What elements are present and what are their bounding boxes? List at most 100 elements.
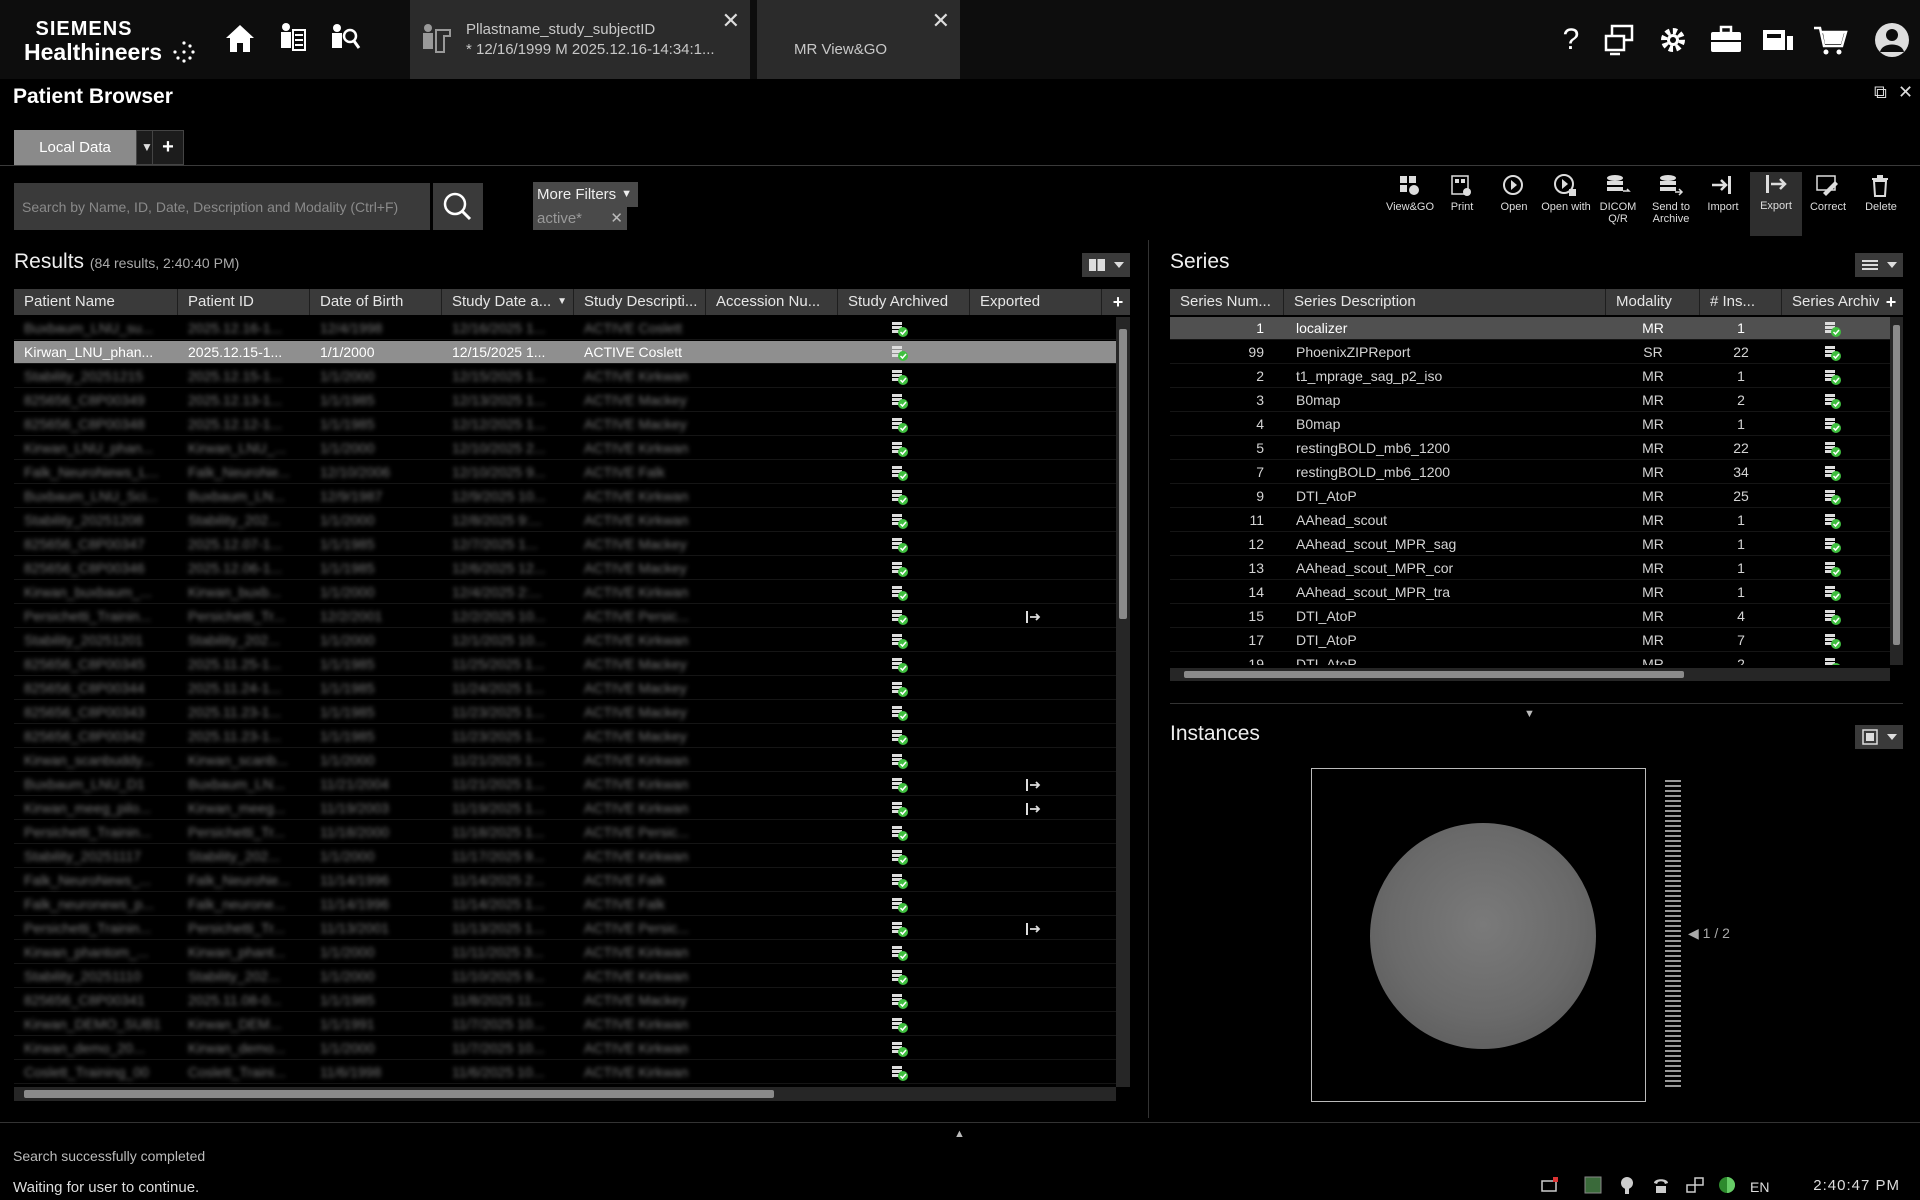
tab-mr-viewgo[interactable]: MR View&GO ✕ [757,0,960,79]
column-header[interactable]: Modality [1606,289,1700,315]
toolbar-print-button[interactable]: Print [1436,173,1488,213]
transfer-icon[interactable] [1760,22,1796,58]
column-header[interactable]: Accession Nu... [706,289,838,315]
detach-window-icon[interactable]: ⧉ [1874,82,1887,103]
toolbar-delete-button[interactable]: Delete [1855,173,1907,213]
table-row[interactable]: 825656_C8P00341 2025.11.08-0... 1/1/1985 11… [14,989,1116,1012]
toolbar-import-button[interactable]: Import [1697,173,1749,213]
table-row[interactable]: Kirwan_DEMO_SUB1 Kirwan_DEM... 1/1/1991 11/… [14,1013,1116,1036]
instance-thumbnail[interactable] [1311,768,1646,1102]
add-column-button[interactable]: + [1879,289,1903,315]
column-header[interactable]: Series Num... [1170,289,1284,315]
table-row[interactable]: Falk_NeuroNews_L... Falk_NeuroNe... 12/10/… [14,461,1116,484]
table-row[interactable]: Stability_20251208 Stability_202... 1/1/20… [14,509,1116,532]
table-row[interactable]: 99 PhoenixZIPReport SR 22 [1170,341,1890,364]
add-column-button[interactable]: + [1106,289,1130,315]
table-row[interactable]: 11 AAhead_scout MR 1 [1170,509,1890,532]
column-header[interactable]: Date of Birth [310,289,442,315]
table-row[interactable]: 13 AAhead_scout_MPR_cor MR 1 [1170,557,1890,580]
table-row[interactable]: Kirwan_meeg_pilo... Kirwan_meeg... 11/19/2… [14,797,1116,820]
table-row[interactable]: 2 t1_mprage_sag_p2_iso MR 1 [1170,365,1890,388]
column-header[interactable]: Patient Name [14,289,178,315]
table-row[interactable]: Kirwan_demo_20... Kirwan_demo... 1/1/2000 1… [14,1037,1116,1060]
scrollbar-thumb[interactable] [1184,671,1684,678]
column-header[interactable]: Series Archived [1782,289,1882,315]
splitter[interactable] [1148,240,1149,1118]
table-row[interactable]: Buxbaum_LNU_Sci... Buxbaum_LN... 12/9/1987… [14,485,1116,508]
table-row[interactable]: Buxbaum_LNU_su... 2025.12.16-1... 12/4/199… [14,317,1116,340]
toolbar-correct-button[interactable]: Correct [1802,173,1854,213]
results-horizontal-scrollbar[interactable] [14,1087,1116,1101]
column-header[interactable]: # Ins... [1700,289,1782,315]
table-row[interactable]: Kirwan_LNU_phan... Kirwan_LNU_... 1/1/2000… [14,437,1116,460]
table-row[interactable]: 825656_C8P00343 2025.11.23-1... 1/1/1985 11… [14,701,1116,724]
more-filters-dropdown[interactable]: More Filters ▼ [533,182,638,207]
language-indicator[interactable]: EN [1750,1179,1769,1195]
column-chooser-button[interactable] [1082,253,1130,277]
remove-filter-icon[interactable]: ✕ [610,207,623,230]
table-row[interactable]: 825656_C8P00344 2025.11.24-1... 1/1/1985 11… [14,677,1116,700]
search-input[interactable] [14,183,430,230]
expand-arrow-icon[interactable]: ▲ [954,1128,965,1140]
table-row[interactable]: 825656_C8P00342 2025.11.23-1... 1/1/1985 11… [14,725,1116,748]
remote-service-icon[interactable] [1602,22,1638,58]
table-row[interactable]: Persichetti_Trainin... Persichetti_Tr... 1… [14,917,1116,940]
collapse-arrow-icon[interactable]: ▼ [1524,708,1535,720]
patient-browser-icon[interactable] [326,20,362,56]
table-row[interactable]: Kirwan_LNU_phan... 2025.12.15-1... 1/1/200… [14,341,1116,364]
table-row[interactable]: Stability_20251215 2025.12.15-1... 1/1/200… [14,365,1116,388]
gear-icon[interactable] [1655,22,1691,58]
column-header[interactable]: Study Descripti... [574,289,706,315]
column-header[interactable]: Exported [970,289,1102,315]
table-row[interactable]: 17 DTI_AtoP MR 7 [1170,629,1890,652]
toolbar-export-button[interactable]: Export [1750,172,1802,236]
scrollbar-thumb[interactable] [1893,325,1900,645]
table-row[interactable]: 825656_C8P00345 2025.11.25-1... 1/1/1985 11… [14,653,1116,676]
series-vertical-scrollbar[interactable] [1890,317,1903,665]
table-row[interactable]: Falk_neuronews_p... Falk_neurone... 11/14/… [14,893,1116,916]
tab-local-data[interactable]: Local Data [14,130,136,165]
table-row[interactable]: 825656_C8P00348 2025.12.12-1... 1/1/1985 12… [14,413,1116,436]
table-row[interactable]: 19 DTI_AtoP MR 2 [1170,653,1890,665]
toolbar-send-to-archive-button[interactable]: Send to Archive [1645,173,1697,225]
briefcase-icon[interactable] [1708,22,1744,58]
table-row[interactable]: 5 restingBOLD_mb6_1200 MR 22 [1170,437,1890,460]
column-header[interactable]: Series Description [1284,289,1606,315]
toolbar-open-with-button[interactable]: Open with [1540,173,1592,213]
toolbar-view-go-button[interactable]: View&GO [1384,173,1436,213]
table-row[interactable]: Kirwan_phantom_... Kirwan_phant... 1/1/200… [14,941,1116,964]
table-row[interactable]: Stability_20251117 Stability_202... 1/1/20… [14,845,1116,868]
table-row[interactable]: Stability_20251201 Stability_202... 1/1/20… [14,629,1116,652]
table-row[interactable]: 14 AAhead_scout_MPR_tra MR 1 [1170,581,1890,604]
table-row[interactable]: Kirwan_buxbaum_... Kirwan_buxb... 1/1/2000… [14,581,1116,604]
table-row[interactable]: Persichetti_Trainin... Persichetti_Tr... 1… [14,605,1116,628]
scrollbar-thumb[interactable] [1119,329,1127,619]
tab-patient-study[interactable]: Pllastname_study_subjectID * 12/16/1999 … [410,0,750,79]
table-row[interactable]: 825656_C8P00349 2025.12.13-1... 1/1/1985 12… [14,389,1116,412]
home-icon[interactable] [222,20,258,56]
results-vertical-scrollbar[interactable] [1116,317,1130,1087]
instance-slider[interactable] [1665,780,1681,1090]
close-window-icon[interactable]: ✕ [1898,82,1913,103]
column-header[interactable]: Patient ID [178,289,310,315]
column-header[interactable]: Study Archived [838,289,970,315]
table-row[interactable]: 7 restingBOLD_mb6_1200 MR 34 [1170,461,1890,484]
help-icon[interactable]: ? [1553,22,1589,58]
table-row[interactable]: Persichetti_Trainin... Persichetti_Tr... 1… [14,821,1116,844]
table-row[interactable]: 12 AAhead_scout_MPR_sag MR 1 [1170,533,1890,556]
table-row[interactable]: 9 DTI_AtoP MR 25 [1170,485,1890,508]
table-row[interactable]: Coslett_Training_00 Coslett_Traini... 11/6… [14,1061,1116,1084]
toolbar-open-button[interactable]: Open [1488,173,1540,213]
table-row[interactable]: 825656_C8P00347 2025.12.07-1... 1/1/1985 12… [14,533,1116,556]
table-row[interactable]: 15 DTI_AtoP MR 4 [1170,605,1890,628]
series-horizontal-scrollbar[interactable] [1170,668,1890,681]
series-view-options-button[interactable] [1855,253,1903,277]
scrollbar-thumb[interactable] [24,1090,774,1098]
table-row[interactable]: Kirwan_scanbuddy... Kirwan_scanb... 1/1/20… [14,749,1116,772]
table-row[interactable]: 1 localizer MR 1 [1170,317,1890,340]
table-row[interactable]: Stability_20251110 Stability_202... 1/1/20… [14,965,1116,988]
table-row[interactable]: Falk_NeuroNews_... Falk_NeuroNe... 11/14/1… [14,869,1116,892]
add-tab-button[interactable]: + [152,130,184,165]
search-button[interactable] [433,183,483,230]
table-row[interactable]: 825656_C8P00346 2025.12.06-1... 1/1/1985 12… [14,557,1116,580]
